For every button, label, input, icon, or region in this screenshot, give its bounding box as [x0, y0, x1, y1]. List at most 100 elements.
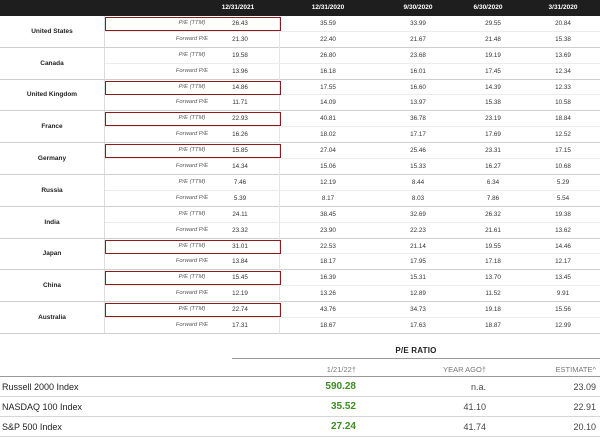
value-cell: 12.52	[555, 131, 571, 139]
index-row: Russell 2000 Index 590.28 n.a. 23.09	[0, 377, 600, 397]
value-cell: 13.45	[555, 274, 571, 282]
value-cell: 33.99	[410, 20, 426, 27]
value-cell: 23.31	[485, 147, 501, 155]
value-cell: 29.55	[485, 20, 501, 27]
value-cell: 5.54	[556, 194, 570, 202]
value-cell: 26.80	[320, 51, 336, 59]
value-cell: 17.45	[485, 67, 501, 75]
index-table-title: P/E RATIO	[395, 346, 437, 355]
table-row: P/E (TTM) 7.46 12.19 8.44 6.34 5.29	[105, 174, 600, 191]
value-cell: 21.30	[232, 35, 248, 43]
value-cell: 19.18	[485, 306, 501, 314]
value-cell: 19.19	[485, 51, 501, 59]
value-cell: 16.39	[320, 274, 336, 282]
value-cell: 16.01	[410, 67, 426, 75]
value-cell: 14.09	[320, 99, 336, 107]
value-cell: 13.62	[555, 226, 571, 234]
value-cell: 13.84	[232, 258, 248, 266]
value-cell: 16.18	[320, 67, 336, 75]
value-cell: 43.76	[320, 306, 336, 314]
value-cell: 17.63	[410, 322, 426, 330]
table-row: Forward P/E 23.32 23.90 22.23 21.61 13.62	[105, 222, 600, 239]
value-cell: 14.34	[232, 163, 248, 171]
value-cell: 18.17	[320, 258, 336, 266]
value-cell: 15.38	[555, 35, 571, 43]
country-block: India P/E (TTM) 24.11 38.45 32.69 26.32 19.38 F…	[0, 206, 600, 239]
value-cell: 25.46	[410, 147, 426, 155]
year-ago-pe-value: 41.10	[463, 402, 486, 412]
value-cell: 22.23	[410, 226, 426, 234]
value-cell: 35.59	[320, 20, 336, 27]
value-cell: 10.68	[555, 163, 571, 171]
value-cell: 21.14	[410, 242, 426, 250]
year-ago-pe-value: n.a.	[470, 382, 486, 392]
value-cell: 12.99	[555, 322, 571, 330]
country-block: Japan P/E (TTM) 31.01 22.53 21.14 19.55 14.46 F…	[0, 238, 600, 271]
table-row: P/E (TTM) 19.58 26.80 23.68 19.19 13.69	[105, 47, 600, 64]
value-cell: 8.03	[411, 194, 425, 202]
value-cell: 14.46	[555, 242, 571, 250]
highlight-box	[105, 17, 281, 31]
year-ago-pe-value: 41.74	[463, 422, 486, 432]
table-body: United States P/E (TTM) 26.43 35.59 33.99 29.…	[0, 16, 600, 334]
value-cell: 18.87	[485, 322, 501, 330]
country-name: China	[0, 270, 105, 302]
table-row: Forward P/E 17.31 18.67 17.63 18.87 12.99	[105, 318, 600, 334]
value-cell: 22.40	[320, 35, 336, 43]
value-cell: 7.86	[486, 194, 500, 202]
value-cell: 12.33	[555, 83, 571, 91]
country-name: Canada	[0, 47, 105, 79]
value-cell: 26.32	[485, 210, 501, 218]
country-pe-table: 12/31/2021 12/31/2020 9/30/2020 6/30/202…	[0, 0, 600, 334]
country-name: Japan	[0, 238, 105, 270]
table-row: Forward P/E 21.30 22.40 21.67 21.48 15.38	[105, 31, 600, 48]
value-cell: 17.17	[410, 131, 426, 139]
country-block: Australia P/E (TTM) 22.74 43.76 34.73 19.18 15…	[0, 302, 600, 334]
index-name: NASDAQ 100 Index	[2, 402, 83, 412]
value-cell: 23.68	[410, 51, 426, 59]
value-cell: 17.69	[485, 131, 501, 139]
value-cell: 12.89	[410, 290, 426, 298]
value-cell: 18.84	[555, 115, 571, 123]
value-cell: 19.38	[555, 210, 571, 218]
title-rule	[232, 358, 600, 359]
value-cell: 13.97	[410, 99, 426, 107]
value-cell: 32.69	[410, 210, 426, 218]
value-cell: 15.33	[410, 163, 426, 171]
value-cell: 9.91	[556, 290, 570, 298]
value-cell: 22.53	[320, 242, 336, 250]
column-head-current: 1/21/22†	[326, 365, 356, 374]
value-cell: 13.69	[555, 51, 571, 59]
value-cell: 11.52	[485, 290, 501, 298]
table-row: Forward P/E 5.39 8.17 8.03 7.86 5.54	[105, 190, 600, 207]
header-date-5: 3/31/2020	[548, 4, 578, 11]
value-cell: 12.34	[555, 67, 571, 75]
index-row: NASDAQ 100 Index 35.52 41.10 22.91	[0, 397, 600, 417]
highlight-box	[105, 271, 281, 286]
index-name: S&P 500 Index	[2, 422, 62, 432]
highlight-box	[105, 239, 281, 254]
estimate-pe-value: 20.10	[573, 422, 596, 432]
value-cell: 14.39	[485, 83, 501, 91]
country-name: India	[0, 206, 105, 238]
value-cell: 8.44	[411, 178, 425, 186]
header-date-4: 6/30/2020	[473, 4, 503, 11]
estimate-pe-value: 22.91	[573, 402, 596, 412]
value-cell: 17.31	[232, 322, 248, 330]
index-row: S&P 500 Index 27.24 41.74 20.10	[0, 417, 600, 437]
country-name: France	[0, 111, 105, 143]
country-block: Canada P/E (TTM) 19.58 26.80 23.68 19.19 13.69…	[0, 47, 600, 80]
highlight-box	[105, 112, 281, 127]
value-cell: 16.26	[232, 131, 248, 139]
value-cell: 6.34	[486, 178, 500, 186]
table-row: Forward P/E 11.71 14.09 13.97 15.38 10.58	[105, 95, 600, 112]
country-name: Russia	[0, 174, 105, 206]
value-cell: 40.81	[320, 115, 336, 123]
value-cell: 18.67	[320, 322, 336, 330]
value-cell: 13.70	[485, 274, 501, 282]
value-cell: 11.71	[232, 99, 248, 107]
value-cell: 15.56	[555, 306, 571, 314]
value-cell: 21.67	[410, 35, 426, 43]
value-cell: 16.27	[485, 163, 501, 171]
country-block: United States P/E (TTM) 26.43 35.59 33.99 29.…	[0, 16, 600, 48]
